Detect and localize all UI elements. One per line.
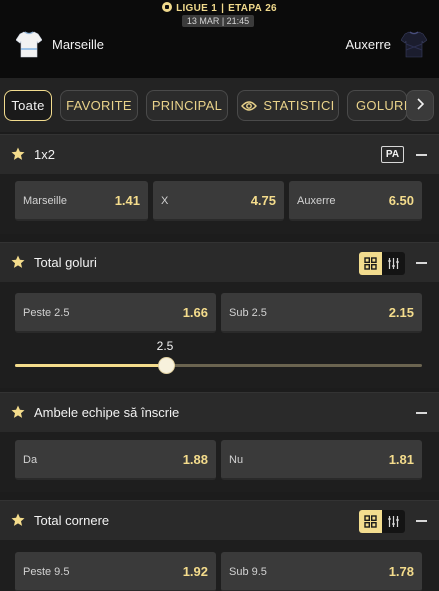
odd-button-under[interactable]: Sub 9.5 1.78 (221, 552, 422, 591)
tab-goluri[interactable]: GOLURI (347, 90, 407, 121)
odd-value: 1.81 (388, 452, 414, 467)
market-btts-header[interactable]: Ambele echipe să înscrie (0, 392, 439, 432)
odd-label: Marseille (23, 195, 68, 207)
market-title: Total goluri (34, 255, 97, 270)
odd-label: X (161, 195, 169, 207)
collapse-icon[interactable] (416, 262, 427, 264)
eye-icon (241, 100, 258, 112)
chevron-right-icon (416, 97, 425, 115)
odd-button-home[interactable]: Marseille 1.41 (15, 181, 148, 221)
away-team[interactable]: Auxerre (345, 30, 427, 58)
odd-value: 1.88 (182, 452, 208, 467)
away-team-name: Auxerre (345, 36, 391, 52)
league-info: LIGUE 1 | ETAPA 26 (0, 2, 439, 14)
market-total-goals-header[interactable]: Total goluri (0, 242, 439, 282)
tab-toate[interactable]: Toate (4, 90, 52, 121)
stage-label: ETAPA (228, 3, 263, 14)
away-jersey-icon (401, 30, 427, 58)
pa-badge: PA (381, 146, 404, 163)
market-total-goals-body: Peste 2.5 1.66 Sub 2.5 2.15 (0, 282, 439, 388)
collapse-icon[interactable] (416, 154, 427, 156)
odd-label: Sub 2.5 (229, 307, 267, 319)
odd-label: Da (23, 454, 38, 466)
odd-value: 6.50 (388, 193, 414, 208)
grid-view-icon[interactable] (359, 252, 382, 275)
odd-label: Auxerre (297, 195, 336, 207)
market-title: Ambele echipe să înscrie (34, 405, 180, 420)
home-team[interactable]: Marseille (16, 30, 104, 58)
odd-label: Nu (229, 454, 244, 466)
odd-label: Peste 2.5 (23, 307, 70, 319)
odd-value: 1.66 (182, 305, 208, 320)
market-total-corners-body: Peste 9.5 1.92 Sub 9.5 1.78 (0, 540, 439, 591)
home-jersey-icon (16, 30, 42, 58)
star-icon[interactable] (11, 147, 25, 166)
star-icon[interactable] (11, 513, 25, 532)
view-toggle (359, 510, 405, 533)
market-btts-body: Da 1.88 Nu 1.81 (0, 432, 439, 492)
market-1x2-header[interactable]: 1x2 PA (0, 134, 439, 174)
collapse-icon[interactable] (416, 412, 427, 414)
market-1x2-body: Marseille 1.41 X 4.75 Auxerre 6.50 (0, 174, 439, 234)
tab-statistici-label: STATISTICI (263, 98, 335, 113)
star-icon[interactable] (11, 405, 25, 424)
market-title: Total cornere (34, 513, 110, 528)
round-number: 26 (265, 3, 277, 14)
match-header: LIGUE 1 | ETAPA 26 13 MAR | 21:45 Marseill… (0, 0, 439, 78)
tab-favorite[interactable]: FAVORITE (60, 90, 138, 121)
odd-button-over[interactable]: Peste 9.5 1.92 (15, 552, 216, 591)
odd-label: Peste 9.5 (23, 566, 70, 578)
league-name: LIGUE 1 (176, 3, 218, 14)
grid-view-icon[interactable] (359, 510, 382, 533)
star-icon[interactable] (11, 255, 25, 274)
collapse-icon[interactable] (416, 520, 427, 522)
odd-button-no[interactable]: Nu 1.81 (221, 440, 422, 480)
odd-value: 1.78 (388, 564, 414, 579)
odd-button-yes[interactable]: Da 1.88 (15, 440, 216, 480)
tab-statistici[interactable]: STATISTICI (237, 90, 339, 121)
odd-button-over[interactable]: Peste 2.5 1.66 (15, 293, 216, 333)
odd-value: 1.41 (114, 193, 140, 208)
market-total-corners-header[interactable]: Total cornere (0, 500, 439, 540)
list-view-icon[interactable] (382, 510, 405, 533)
market-title: 1x2 (34, 147, 55, 162)
view-toggle (359, 252, 405, 275)
match-datetime: 13 MAR | 21:45 (182, 15, 254, 27)
home-team-name: Marseille (52, 36, 105, 52)
separator: | (221, 3, 225, 14)
slider-thumb[interactable] (157, 357, 175, 374)
line-slider-value: 2.5 (156, 339, 174, 353)
line-slider[interactable] (15, 357, 422, 374)
soccer-ball-icon (162, 2, 173, 12)
odd-label: Sub 9.5 (229, 566, 267, 578)
odd-button-away[interactable]: Auxerre 6.50 (289, 181, 422, 221)
odd-value: 4.75 (250, 193, 276, 208)
odd-value: 2.15 (388, 305, 414, 320)
tab-principal[interactable]: PRINCIPAL (146, 90, 228, 121)
slider-fill (15, 364, 166, 367)
odd-button-draw[interactable]: X 4.75 (153, 181, 284, 221)
odd-value: 1.92 (182, 564, 208, 579)
scroll-right-button[interactable] (406, 90, 434, 121)
list-view-icon[interactable] (382, 252, 405, 275)
odd-button-under[interactable]: Sub 2.5 2.15 (221, 293, 422, 333)
market-filter-bar: Toate FAVORITE PRINCIPAL STATISTICI GOLU… (0, 78, 439, 132)
